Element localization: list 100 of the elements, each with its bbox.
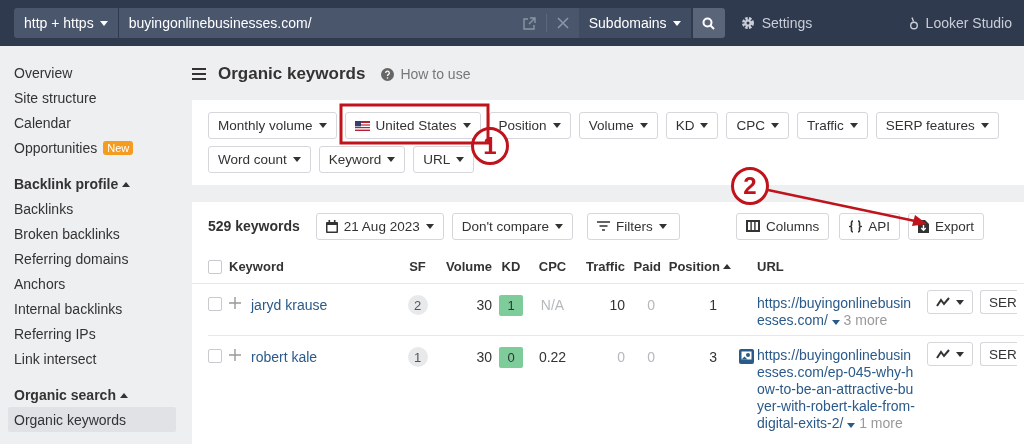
column-header[interactable]: SF bbox=[400, 250, 435, 284]
column-header[interactable]: Position bbox=[661, 250, 731, 284]
serp-features-count: 2 bbox=[407, 295, 428, 315]
column-header[interactable]: Traffic bbox=[575, 250, 625, 284]
column-header[interactable]: Paid bbox=[625, 250, 661, 284]
traffic-cell-text: 0 bbox=[616, 348, 625, 367]
kd-score: 1 bbox=[499, 295, 523, 316]
sidebar-item[interactable]: Internal backlinks bbox=[8, 296, 176, 321]
sidebar-item[interactable]: Anchors bbox=[8, 271, 176, 296]
keyword-link[interactable]: robert kale bbox=[251, 349, 318, 365]
sidebar-section-title[interactable]: Organic search bbox=[8, 383, 176, 407]
sidebar-item[interactable]: Link intersect bbox=[8, 346, 176, 371]
url-link[interactable]: https://buyingonlinebusinesses.com/ep-045-why-how-to-be-an-attractive-buyer-with-robert-kale-from-digital-exits-2/ 1 more bbox=[757, 347, 915, 432]
compare-dropdown[interactable]: Don't compare bbox=[451, 212, 574, 240]
search-icon bbox=[702, 16, 716, 30]
caret-icon bbox=[672, 20, 681, 26]
sidebar-item[interactable]: Opportunities New bbox=[8, 135, 176, 160]
filter-dropdown[interactable]: SERP features bbox=[875, 112, 999, 139]
sidebar-item[interactable]: Referring IPs bbox=[8, 321, 176, 346]
columns-button[interactable]: Columns bbox=[736, 212, 830, 240]
sidebar-item[interactable]: Broken backlinks bbox=[8, 221, 176, 246]
column-header[interactable]: KD bbox=[492, 250, 530, 284]
chart-dropdown[interactable] bbox=[927, 342, 973, 366]
sidebar-item[interactable]: Site structure bbox=[8, 85, 176, 110]
column-header[interactable]: Volume bbox=[435, 250, 492, 284]
looker-studio-link[interactable]: Looker Studio bbox=[908, 15, 1012, 31]
caret-up-icon bbox=[723, 264, 731, 269]
traffic-cell: 10 bbox=[575, 284, 625, 336]
help-icon bbox=[381, 67, 395, 81]
filter-dropdown[interactable]: Word count bbox=[208, 146, 311, 173]
search-button[interactable] bbox=[692, 8, 725, 38]
filter-dropdown[interactable]: United States bbox=[344, 112, 481, 139]
caret-icon bbox=[849, 123, 858, 128]
sidebar-item-label: Opportunities bbox=[14, 139, 98, 156]
clear-icon[interactable] bbox=[556, 17, 569, 29]
caret-icon bbox=[318, 123, 327, 128]
filter-dropdown[interactable]: CPC bbox=[726, 112, 789, 139]
sidebar-item[interactable]: Overview bbox=[8, 60, 176, 85]
caret-up-icon bbox=[119, 392, 128, 398]
paid-cell-text: 0 bbox=[646, 348, 656, 367]
caret-icon bbox=[99, 20, 108, 26]
serp-features-count: 1 bbox=[407, 347, 428, 367]
caret-icon bbox=[639, 123, 648, 128]
row-checkbox[interactable] bbox=[208, 297, 222, 311]
caret-up-icon bbox=[122, 181, 131, 187]
sidebar-item[interactable]: Organic keywords bbox=[8, 407, 176, 432]
caret-icon bbox=[956, 351, 964, 357]
keyword-link[interactable]: jaryd krause bbox=[251, 297, 328, 313]
add-icon[interactable] bbox=[229, 349, 241, 361]
flag-icon bbox=[354, 120, 370, 131]
protocol-dropdown[interactable]: http + https bbox=[14, 8, 118, 38]
paid-cell: 0 bbox=[625, 284, 661, 336]
caret-icon bbox=[980, 123, 989, 128]
export-button[interactable]: Export bbox=[908, 212, 985, 240]
column-header[interactable]: CPC bbox=[530, 250, 575, 284]
mode-dropdown[interactable]: Subdomains bbox=[578, 8, 691, 38]
how-to-use-link[interactable]: How to use bbox=[381, 66, 471, 82]
sidebar-item[interactable]: Backlinks bbox=[8, 196, 176, 221]
sidebar-item[interactable]: Calendar bbox=[8, 110, 176, 135]
row-checkbox[interactable] bbox=[208, 349, 222, 363]
caret-icon bbox=[456, 157, 465, 162]
url-field[interactable]: buyingonlinebusinesses.com/ bbox=[118, 8, 579, 38]
caret-icon bbox=[555, 223, 564, 229]
column-header[interactable]: URL bbox=[757, 250, 917, 284]
page-title: Organic keywords bbox=[218, 64, 366, 84]
select-all-checkbox[interactable] bbox=[208, 259, 222, 274]
caret-icon bbox=[552, 123, 561, 128]
caret-icon bbox=[847, 423, 856, 428]
position-cell: 1 bbox=[661, 284, 731, 336]
menu-icon[interactable] bbox=[192, 68, 206, 80]
filter-dropdown[interactable]: Keyword bbox=[318, 146, 406, 173]
sidebar-section-title[interactable]: Backlink profile bbox=[8, 172, 176, 196]
caret-icon bbox=[770, 123, 779, 128]
serp-button[interactable]: SER bbox=[980, 342, 1017, 366]
filters-button[interactable]: Filters bbox=[587, 212, 681, 240]
external-link-icon[interactable] bbox=[522, 16, 536, 30]
filter-dropdown[interactable]: Volume bbox=[578, 112, 658, 139]
url-link[interactable]: https://buyingonlinebusinesses.com/ 3 more bbox=[757, 295, 915, 329]
position-cell-text: 3 bbox=[708, 348, 718, 367]
filter-icon bbox=[597, 221, 611, 231]
add-icon[interactable] bbox=[229, 297, 241, 309]
keyword-count: 529 keywords bbox=[208, 218, 300, 234]
caret-icon bbox=[292, 157, 301, 162]
filter-dropdown[interactable]: Traffic bbox=[796, 112, 868, 139]
date-dropdown[interactable]: 21 Aug 2023 bbox=[315, 212, 444, 240]
sidebar-item[interactable]: Referring domains bbox=[8, 246, 176, 271]
volume-cell: 30 bbox=[435, 284, 492, 336]
caret-icon bbox=[658, 223, 667, 229]
filter-dropdown[interactable]: Monthly volume bbox=[208, 112, 337, 139]
volume-cell-text: 30 bbox=[475, 348, 492, 367]
serp-button[interactable]: SER bbox=[980, 290, 1017, 314]
new-badge: New bbox=[103, 140, 134, 155]
trend-icon bbox=[936, 349, 950, 359]
filter-dropdown[interactable]: KD bbox=[665, 112, 719, 139]
settings-link[interactable]: Settings bbox=[740, 15, 813, 31]
braces-icon bbox=[849, 219, 863, 233]
column-header[interactable]: Keyword bbox=[229, 250, 400, 284]
api-button[interactable]: API bbox=[839, 212, 901, 240]
filter-dropdown[interactable]: URL bbox=[413, 146, 475, 173]
chart-dropdown[interactable] bbox=[927, 290, 973, 314]
